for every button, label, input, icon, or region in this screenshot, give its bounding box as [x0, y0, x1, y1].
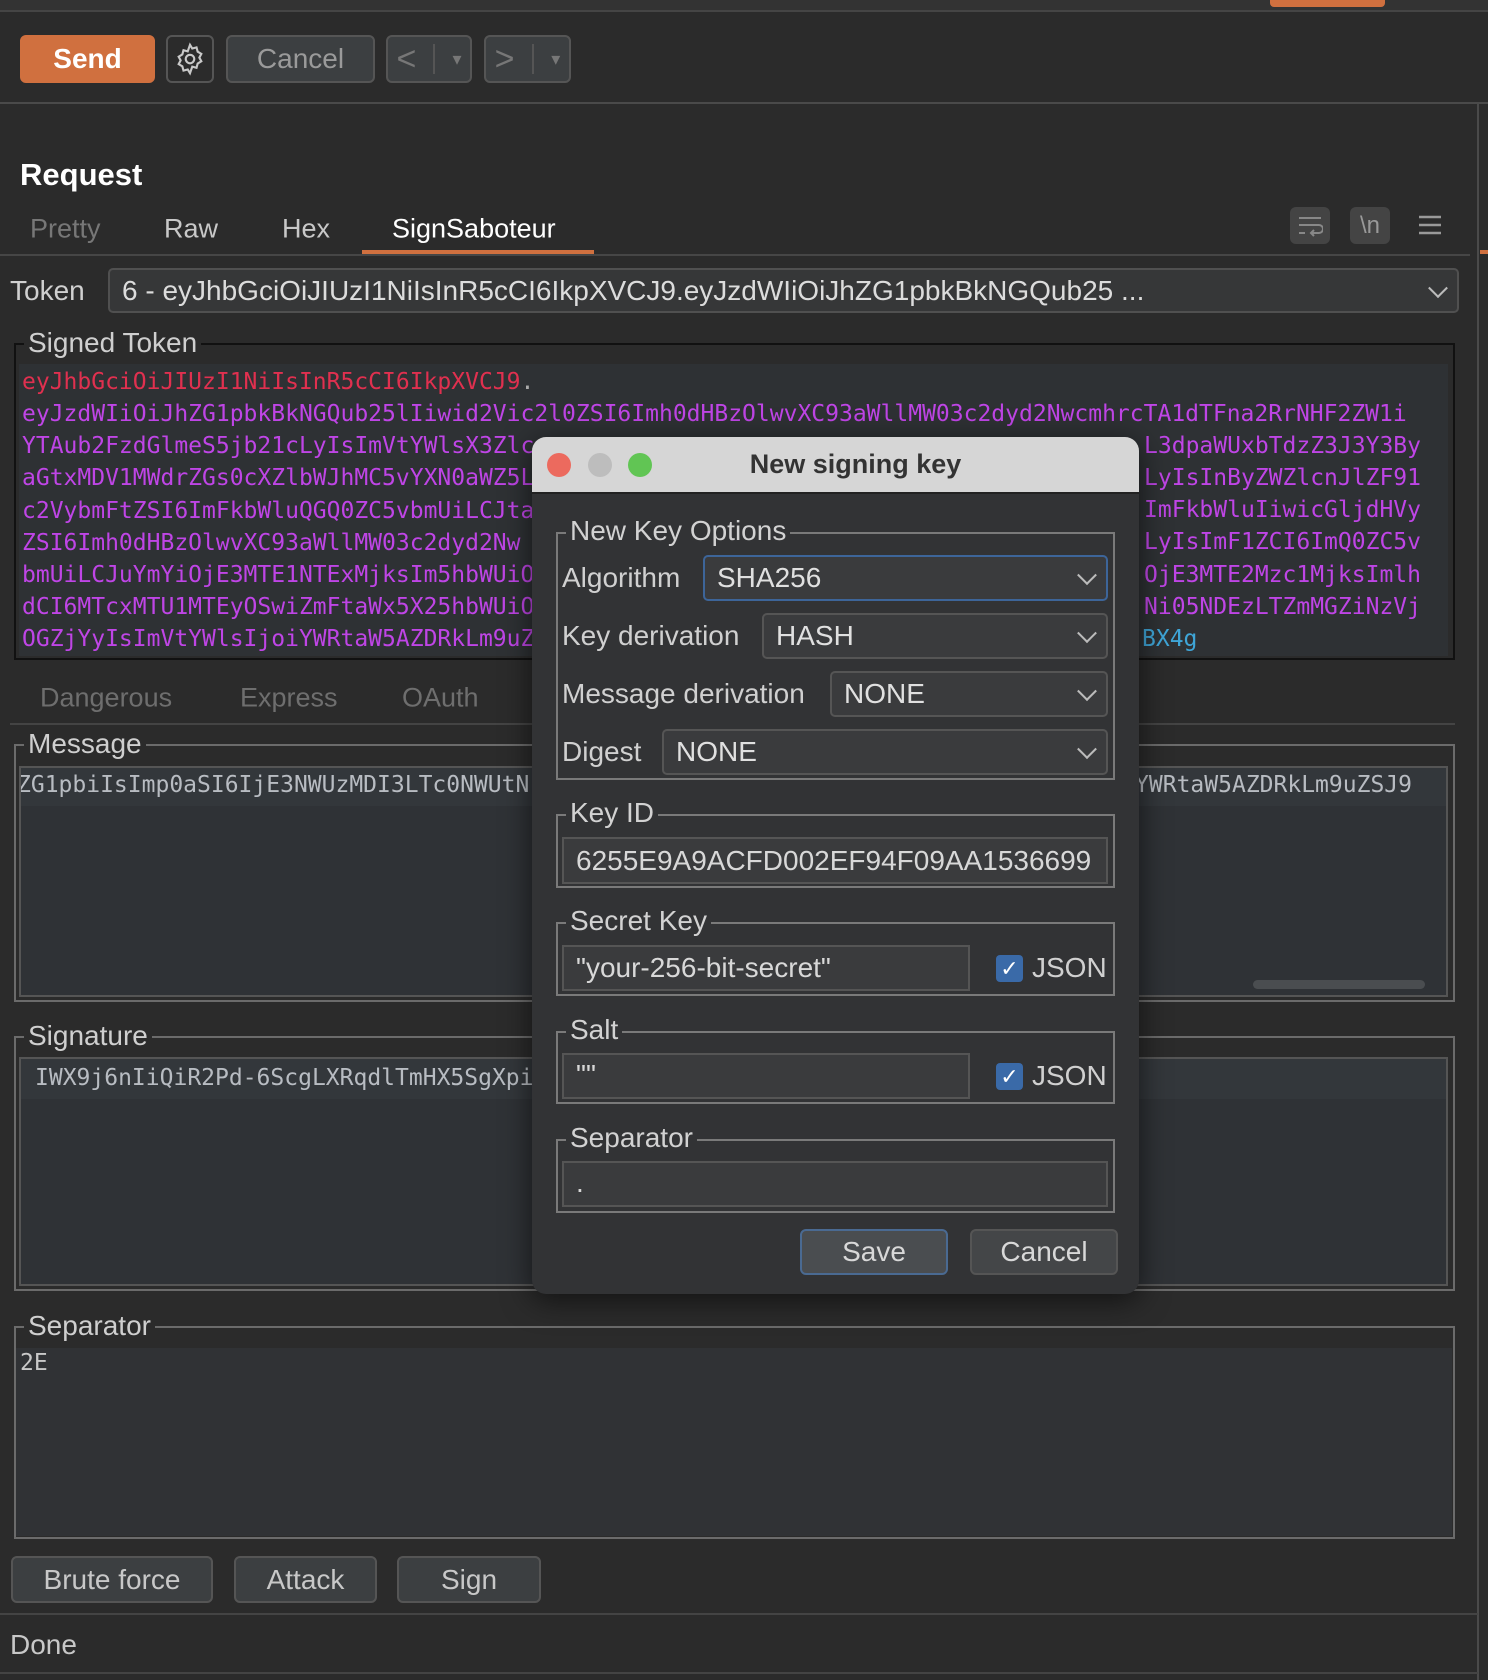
algorithm-label: Algorithm [562, 562, 681, 593]
separator-legend: Separator [24, 1309, 155, 1343]
chevron-down-icon [1077, 623, 1097, 644]
token-payload-tail: L3dpaWUxbTdzZ3J3Y3By [1144, 433, 1421, 459]
dialog-separator-input[interactable]: . [562, 1161, 1108, 1207]
bottom-divider [0, 1672, 1478, 1674]
brute-force-button[interactable]: Brute force [11, 1556, 213, 1603]
active-top-tab-indicator[interactable] [1270, 0, 1385, 7]
digest-label: Digest [562, 736, 642, 767]
tabs-divider [0, 254, 1470, 256]
token-payload-tail: LyIsImF1ZCI6ImQ0ZC5v [1144, 529, 1421, 556]
secret-key-legend: Secret Key [566, 904, 711, 938]
cancel-request-button[interactable]: Cancel [226, 35, 375, 83]
back-button[interactable]: < ▾ [386, 35, 472, 83]
tab-raw[interactable]: Raw [164, 214, 218, 245]
wrap-icon [1299, 216, 1323, 237]
token-select[interactable]: 6 - eyJhbGciOiJIUzI1NiIsInR5cCI6IkpXVCJ9… [108, 268, 1459, 313]
token-label: Token [10, 275, 85, 306]
dialog-cancel-button[interactable]: Cancel [970, 1229, 1118, 1275]
panel-divider [1477, 104, 1479, 1680]
horizontal-scrollbar[interactable] [1253, 980, 1425, 989]
message-derivation-select[interactable]: NONE [830, 671, 1108, 717]
chevron-down-icon[interactable]: ▾ [551, 49, 560, 70]
dialog-separator-legend: Separator [566, 1121, 697, 1155]
request-title: Request [20, 157, 143, 192]
salt-json-checkbox[interactable]: ✓ [996, 1063, 1023, 1090]
algorithm-select[interactable]: SHA256 [703, 555, 1108, 601]
status-text: Done [10, 1629, 77, 1660]
signature-text: IWX9j6nIiQiR2Pd-6ScgLXRqdlTmHX5SgXpi [35, 1065, 534, 1091]
send-button[interactable]: Send [20, 35, 155, 83]
scroll-marker [1480, 250, 1488, 254]
secret-json-label: JSON [1032, 952, 1107, 983]
algorithm-value: SHA256 [717, 562, 822, 593]
token-payload-line: eyJzdWIiOiJhZG1pbkBkNGQub25lIiwid2Vic2l0… [22, 401, 1407, 428]
tab-oauth[interactable]: OAuth [402, 683, 479, 714]
chevron-down-icon [1077, 681, 1097, 702]
dialog-title: New signing key [749, 449, 962, 479]
tab-express[interactable]: Express [240, 683, 338, 714]
token-payload-tail: OjE3MTE2Mzc1MjksImlh [1144, 561, 1421, 588]
message-derivation-value: NONE [844, 678, 925, 709]
save-button[interactable]: Save [800, 1229, 948, 1275]
secret-json-checkbox[interactable]: ✓ [996, 955, 1023, 982]
separator-text: 2E [20, 1350, 48, 1376]
check-icon: ✓ [1000, 1063, 1019, 1089]
secret-key-input[interactable]: "your-256-bit-secret" [562, 945, 970, 991]
chevron-down-icon [1428, 277, 1448, 298]
key-id-legend: Key ID [566, 796, 659, 830]
token-payload-tail: LyIsInByZWZlcnJlZF91 [1144, 465, 1421, 492]
toolbar-divider [0, 102, 1488, 104]
tab-hex[interactable]: Hex [282, 214, 330, 245]
tab-signsaboteur[interactable]: SignSaboteur [392, 214, 556, 245]
newline-button[interactable]: \n [1350, 207, 1390, 244]
tab-pretty[interactable]: Pretty [30, 214, 101, 245]
menu-button[interactable] [1417, 214, 1443, 236]
hamburger-icon [1419, 215, 1441, 235]
token-header: eyJhbGciOiJIUzI1NiIsInR5cCI6IkpXVCJ9 [22, 369, 521, 395]
check-icon: ✓ [1000, 955, 1019, 981]
digest-value: NONE [676, 736, 757, 767]
token-signature: BX4g [1142, 626, 1198, 652]
new-signing-key-dialog: New signing key New Key Options Algorith… [532, 437, 1139, 1294]
chevron-down-icon [1077, 565, 1097, 586]
salt-legend: Salt [566, 1013, 623, 1047]
key-id-input[interactable]: 6255E9A9ACFD002EF94F09AA1536699 [562, 837, 1108, 884]
back-icon: < [396, 39, 417, 78]
token-dot: . [520, 369, 535, 395]
chevron-down-icon[interactable]: ▾ [452, 49, 461, 70]
token-select-value: 6 - eyJhbGciOiJIUzI1NiIsInR5cCI6IkpXVCJ9… [122, 274, 1145, 306]
tab-dangerous[interactable]: Dangerous [40, 683, 172, 714]
top-tab-strip [0, 0, 1488, 12]
wrap-button[interactable] [1290, 207, 1330, 244]
message-text: ZG1pbiIsImp0aSI6IjE3NWUzMDI3LTc0NWUtN [19, 772, 530, 798]
chevron-down-icon [1077, 739, 1097, 760]
settings-button[interactable] [166, 35, 214, 83]
key-derivation-label: Key derivation [562, 620, 740, 651]
dialog-titlebar: New signing key [532, 437, 1139, 494]
digest-select[interactable]: NONE [662, 729, 1108, 775]
message-derivation-label: Message derivation [562, 678, 805, 709]
gear-icon [177, 42, 203, 76]
salt-input[interactable]: "" [562, 1053, 970, 1099]
token-payload-tail: ImFkbWluIiwicGljdHVy [1144, 497, 1421, 524]
new-key-options-legend: New Key Options [566, 514, 791, 548]
key-derivation-select[interactable]: HASH [762, 613, 1108, 659]
salt-json-label: JSON [1032, 1060, 1107, 1091]
forward-icon: > [494, 39, 515, 78]
status-divider [0, 1613, 1478, 1615]
separator-editor[interactable]: 2E [16, 1348, 1452, 1536]
sign-button[interactable]: Sign [397, 1556, 541, 1603]
attack-button[interactable]: Attack [234, 1556, 377, 1603]
forward-button[interactable]: > ▾ [484, 35, 571, 83]
message-text-tail: YWRtaW5AZDRkLm9uZSJ9 [1135, 772, 1412, 798]
token-payload-tail: Ni05NDEzLTZmMGZiNzVj [1144, 593, 1421, 620]
message-legend: Message [24, 727, 146, 761]
signed-token-legend: Signed Token [24, 326, 202, 360]
newline-icon: \n [1359, 211, 1380, 239]
signature-legend: Signature [24, 1019, 152, 1053]
key-derivation-value: HASH [776, 620, 854, 651]
